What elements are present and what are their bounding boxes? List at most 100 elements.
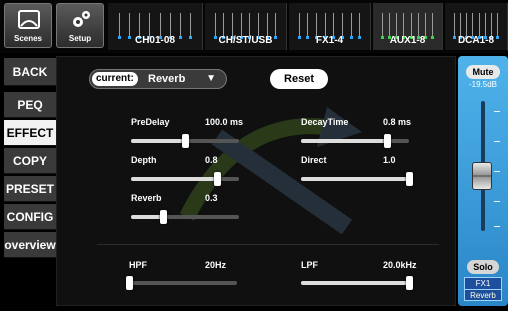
- slider-track: [129, 281, 237, 285]
- gears-icon: [73, 11, 90, 27]
- meter-bar: [323, 13, 327, 39]
- channel-label-box: FX1 Reverb: [464, 277, 502, 301]
- meter-bar: [332, 13, 336, 39]
- bank-tab[interactable]: AUX1-8: [373, 3, 443, 50]
- sidebar-item-overview[interactable]: overview: [4, 232, 56, 258]
- meter-bar: [274, 13, 278, 39]
- level-meters: [211, 13, 280, 39]
- slider-fill: [301, 177, 409, 181]
- meter-bar: [423, 13, 427, 39]
- fader-tick: [494, 226, 500, 227]
- level-meters: [295, 13, 364, 39]
- slider-knob[interactable]: [384, 134, 392, 148]
- param-name: DecayTime: [301, 117, 349, 127]
- divider: [97, 244, 439, 245]
- mute-button[interactable]: Mute: [466, 65, 500, 79]
- bank-label: DCA1-8: [457, 35, 495, 46]
- meter-bar: [158, 13, 162, 39]
- filter-name: LPF: [301, 260, 318, 270]
- level-meters: [114, 13, 196, 39]
- meter-bar: [297, 13, 301, 39]
- slider-knob[interactable]: [160, 210, 168, 224]
- bank-tab[interactable]: CH/ST/USB: [205, 3, 287, 50]
- param-slider-decaytime[interactable]: [301, 134, 409, 148]
- scenes-label: Scenes: [13, 34, 43, 43]
- slider-knob[interactable]: [406, 172, 413, 186]
- bank-tab[interactable]: CH01-08: [108, 3, 203, 50]
- meter-bar: [496, 13, 500, 39]
- fader-tick: [494, 141, 500, 142]
- setup-button[interactable]: Setup: [56, 3, 104, 48]
- meter-bar: [471, 13, 475, 39]
- channel-strip: Mute -19.5dB Solo FX1 Reverb: [458, 56, 508, 306]
- meter-bar: [256, 13, 260, 39]
- param-slider-direct[interactable]: [301, 172, 413, 186]
- param-name: Reverb: [131, 193, 162, 203]
- param-slider-depth[interactable]: [131, 172, 239, 186]
- meter-bar: [416, 13, 420, 39]
- fader-knob[interactable]: [472, 161, 492, 190]
- slider-knob[interactable]: [126, 276, 133, 290]
- slider-knob[interactable]: [406, 276, 413, 290]
- meter-bar: [402, 13, 406, 39]
- current-effect-select[interactable]: current: Reverb ▼: [89, 69, 227, 89]
- meter-bar: [138, 13, 142, 39]
- meter-bar: [458, 13, 462, 39]
- fader-tick: [494, 201, 500, 202]
- scenes-icon: [18, 10, 40, 29]
- scenes-button[interactable]: Scenes: [4, 3, 52, 48]
- meter-bar: [231, 13, 235, 39]
- bank-label: AUX1-8: [389, 35, 426, 46]
- param-name: PreDelay: [131, 117, 170, 127]
- slider-fill: [301, 281, 409, 285]
- sidebar-item-preset[interactable]: PRESET: [4, 176, 56, 202]
- param-name: Direct: [301, 155, 327, 165]
- slider-knob[interactable]: [182, 134, 189, 148]
- param-slider-predelay[interactable]: [131, 134, 239, 148]
- level-meters: [379, 13, 436, 39]
- meter-bar: [213, 13, 217, 39]
- slider-fill: [131, 177, 218, 181]
- meter-bar: [395, 13, 399, 39]
- current-label: current:: [92, 72, 138, 86]
- slider-knob[interactable]: [214, 172, 222, 186]
- meter-bar: [409, 13, 413, 39]
- top-bar: Scenes Setup CH01-08 CH/ST/USB FX1-4 AUX1-8…: [0, 0, 508, 53]
- meter-bar: [265, 13, 269, 39]
- sidebar-item-peq[interactable]: PEQ: [4, 92, 56, 118]
- level-meters: [451, 13, 501, 39]
- sidebar-item-config[interactable]: CONFIG: [4, 204, 56, 230]
- filter-value: 20.0kHz: [383, 260, 417, 270]
- param-name: Depth: [131, 155, 157, 165]
- meter-bar: [306, 13, 310, 39]
- solo-button[interactable]: Solo: [467, 260, 499, 274]
- filter-slider-hpf[interactable]: [126, 276, 237, 290]
- slider-fill: [131, 139, 185, 143]
- meter-bar: [148, 13, 152, 39]
- chevron-down-icon: ▼: [206, 73, 216, 84]
- filter-value: 20Hz: [205, 260, 227, 270]
- meter-bar: [168, 13, 172, 39]
- meter-bar: [358, 13, 362, 39]
- reset-button[interactable]: Reset: [270, 69, 328, 89]
- effect-panel: current: Reverb ▼ Reset PreDelay 100.0 ms…: [56, 56, 456, 306]
- filter-slider-lpf[interactable]: [301, 276, 413, 290]
- sidebar-item-effect[interactable]: EFFECT: [4, 120, 56, 146]
- fader-tick: [494, 171, 500, 172]
- meter-bar: [315, 13, 319, 39]
- meter-bar: [117, 13, 121, 39]
- gain-readout: -19.5dB: [468, 80, 498, 89]
- current-effect-value: Reverb: [148, 73, 186, 85]
- sidebar-item-copy[interactable]: COPY: [4, 148, 56, 174]
- param-slider-reverb[interactable]: [131, 210, 239, 224]
- meter-bar: [490, 13, 494, 39]
- meter-bar: [349, 13, 353, 39]
- channel-effect: Reverb: [470, 291, 496, 300]
- bank-tab[interactable]: DCA1-8: [445, 3, 508, 50]
- sidebar: BACK PEQ EFFECT COPY PRESET CONFIG overview: [0, 56, 56, 311]
- filter-name: HPF: [129, 260, 147, 270]
- meter-bar: [127, 13, 131, 39]
- bank-tab[interactable]: FX1-4: [289, 3, 371, 50]
- sidebar-item-back[interactable]: BACK: [4, 58, 56, 86]
- param-value: 0.8 ms: [383, 117, 412, 127]
